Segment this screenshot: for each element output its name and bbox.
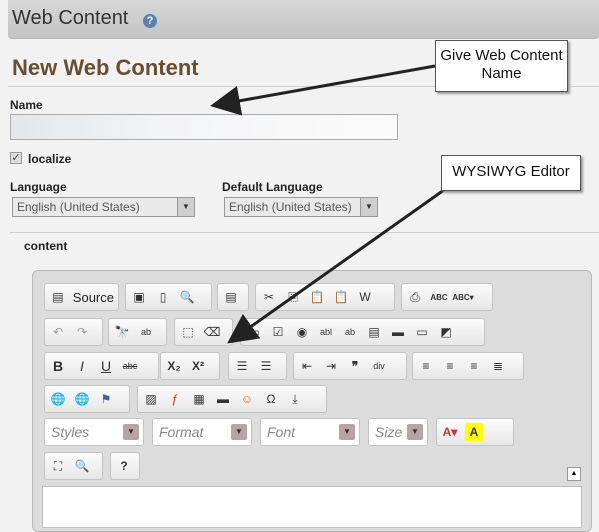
callout-editor: WYSIWYG Editor [441,155,581,191]
arrow-to-editor [227,188,445,344]
arrow-to-name [210,64,436,116]
callout-name: Give Web Content Name [435,40,568,92]
